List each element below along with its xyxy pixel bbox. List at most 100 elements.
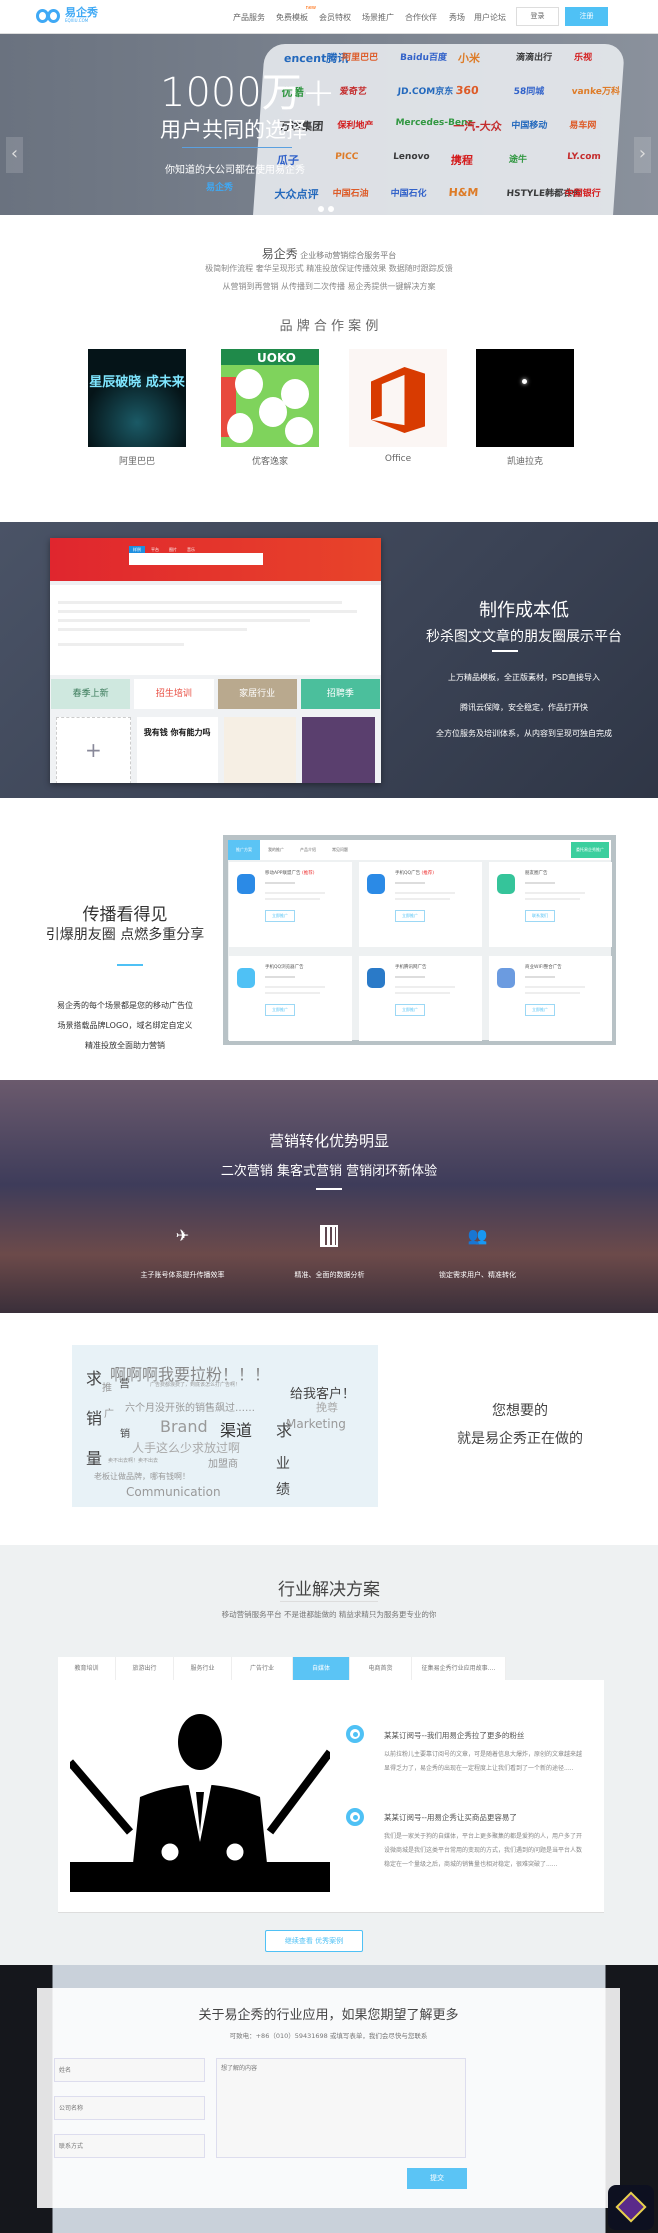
brand-logo: JD.COM京东 <box>397 87 454 97</box>
carousel-dot[interactable] <box>328 206 334 212</box>
promo-card: 商业WIFI整合广告 立即推广 <box>489 956 612 1041</box>
cloud-word: 卖不出去啊！卖不出去 <box>108 1458 159 1464</box>
bullet-ring-icon <box>346 1808 364 1826</box>
brand-logo: 大众点评 <box>274 188 319 201</box>
cloud-word: Communication <box>126 1485 221 1499</box>
section-title: 营销转化优势明显 <box>268 1132 389 1150</box>
case-image: UOKO <box>221 349 319 447</box>
promo-card: 移动APP联盟广告 (推荐) 立即推广 <box>229 862 352 947</box>
users-icon: 👥 <box>467 1226 488 1245</box>
brand-logo: PICC <box>334 152 359 162</box>
bullet-ring-icon <box>346 1725 364 1743</box>
more-cases-button[interactable]: 继续查看 优秀案例 <box>265 1930 363 1952</box>
company-input[interactable] <box>54 2096 205 2120</box>
divider <box>117 964 143 966</box>
case-card[interactable]: 星辰破晓 成未来 阿里巴巴 <box>88 349 186 467</box>
promo-card: 朋友圈广告 联系我们 <box>489 862 612 947</box>
case-card[interactable]: UOKO 优客逸家 <box>221 349 319 467</box>
nav-item[interactable]: 场景推广 <box>362 12 394 23</box>
brand-logo: 阿里巴巴 <box>341 53 379 63</box>
form-title: 关于易企秀的行业应用，如果您期望了解更多 <box>198 2008 459 2023</box>
brand-logo: 58同城 <box>513 87 545 97</box>
hero-logo: 易企秀 <box>206 183 234 193</box>
tab[interactable]: 服务行业 <box>174 1657 232 1680</box>
tab-active[interactable]: 自媒体 <box>293 1657 350 1680</box>
divider <box>492 650 518 652</box>
industry-content: 某某订阅号--我们用易企秀拉了更多的粉丝 以前拉粉儿主要靠订阅号的文章，可是随着… <box>58 1680 604 1913</box>
brand-logo: 小米 <box>457 52 481 65</box>
template-store-screenshot: 样例 平台 图片 音乐 春季上新 招生培训 家居行业 招聘季 + 我有钱 你有能力吗 <box>50 538 381 783</box>
new-badge: new <box>305 5 316 11</box>
cloud-word: 业 <box>276 1456 290 1472</box>
nav-item[interactable]: 秀场 <box>449 12 465 23</box>
nav-item[interactable]: 免费模板 new <box>276 5 316 23</box>
industry-tabs: 教育培训 旅游出行 服务行业 广告行业 自媒体 电商首货 征集易企秀行业应用故事… <box>58 1657 506 1680</box>
brand-logo: Baidu百度 <box>399 53 448 63</box>
name-input[interactable] <box>54 2058 205 2082</box>
promo-card: 手机QQ浏览器广告 立即推广 <box>229 956 352 1041</box>
brand-logo: 爱奇艺 <box>339 87 368 97</box>
content-textarea[interactable] <box>216 2058 466 2158</box>
carousel-dot[interactable] <box>318 206 324 212</box>
tab[interactable]: 征集易企秀行业应用故事.... <box>412 1657 506 1680</box>
cases-title: 品 牌 合 作 案 例 <box>279 319 379 334</box>
case-image <box>476 349 574 447</box>
cloud-word: 挽尊 <box>316 1401 338 1414</box>
case-card[interactable]: 凯迪拉克 <box>476 349 574 467</box>
nav-item[interactable]: 产品服务 <box>233 12 265 23</box>
promo-icon <box>237 968 255 988</box>
section-title: 行业解决方案 <box>278 1580 380 1600</box>
promo-button[interactable]: 立即推广 <box>395 1004 425 1016</box>
nav-item[interactable]: 会员特权 <box>319 12 351 23</box>
promo-button[interactable]: 联系我们 <box>525 910 555 922</box>
contact-input[interactable] <box>54 2134 205 2158</box>
marketing-advantage-section: 营销转化优势明显 二次营销 集客式营销 营销闭环新体验 ✈ 👥 主子账号体系提升… <box>0 1080 658 1313</box>
cloud-word: Marketing <box>286 1417 346 1431</box>
cloud-word: 老板让做品牌，哪有钱啊！ <box>94 1472 190 1481</box>
hero-title: 1000万+ <box>160 70 336 116</box>
cloud-word: 销 <box>120 1429 130 1440</box>
promo-button[interactable]: 立即推广 <box>265 910 295 922</box>
promo-icon <box>497 968 515 988</box>
tab[interactable]: 教育培训 <box>58 1657 116 1680</box>
cloud-word: 广告费都浪费了，到底该怎么打广告啊！ <box>150 1382 241 1388</box>
promo-card: 手机腾讯网广告 立即推广 <box>359 956 482 1041</box>
case-image: 星辰破晓 成未来 <box>88 349 186 447</box>
nav-item[interactable]: 合作伙伴 <box>405 12 437 23</box>
register-button[interactable]: 注册 <box>565 7 608 26</box>
next-arrow-icon[interactable]: › <box>634 137 651 173</box>
section-title: 传播看得见 <box>82 905 168 925</box>
office-logo-image <box>349 349 447 447</box>
header: 易企秀 EQXIU.COM 产品服务 免费模板 new 会员特权 场景推广 合作伙伴… <box>0 0 658 34</box>
floating-badge-icon[interactable] <box>608 2185 654 2230</box>
submit-button[interactable]: 提交 <box>407 2168 467 2189</box>
tab[interactable]: 旅游出行 <box>116 1657 174 1680</box>
promo-button[interactable]: 立即推广 <box>265 1004 295 1016</box>
brand-logo: 一汽-大众 <box>452 120 503 133</box>
tab[interactable]: 广告行业 <box>232 1657 293 1680</box>
case-card[interactable]: Office <box>349 349 447 464</box>
low-cost-section: 样例 平台 图片 音乐 春季上新 招生培训 家居行业 招聘季 + 我有钱 你有能力吗 … <box>0 522 658 798</box>
add-icon[interactable]: + <box>56 717 131 783</box>
cloud-word: 加盟商 <box>208 1459 238 1470</box>
brand-logo: 360 <box>455 84 480 97</box>
login-button[interactable]: 登录 <box>516 7 559 26</box>
cloud-word: 营 <box>119 1377 130 1390</box>
cloud-word: 销 <box>86 1409 103 1428</box>
promo-button[interactable]: 立即推广 <box>525 1004 555 1016</box>
promo-button[interactable]: 立即推广 <box>395 910 425 922</box>
cloud-word: 量 <box>86 1449 103 1468</box>
brand-logo: 中国石油 <box>332 189 369 199</box>
prev-arrow-icon[interactable]: ‹ <box>6 137 23 173</box>
main-nav: 产品服务 免费模板 new 会员特权 场景推广 合作伙伴 秀场 用户论坛 <box>0 5 658 24</box>
divider <box>182 147 292 148</box>
nav-item[interactable]: 用户论坛 <box>474 12 506 23</box>
hero-subtitle: 用户共同的选择 <box>160 118 307 142</box>
hero-text: 你知道的大公司都在使用易企秀 <box>165 165 305 176</box>
promo-icon <box>497 874 515 894</box>
brand-logo: 保利地产 <box>336 121 374 131</box>
cloud-word: 推 <box>102 1383 112 1394</box>
brand-logo: H&M <box>448 186 479 199</box>
tab[interactable]: 电商首货 <box>350 1657 412 1680</box>
promotion-panel-screenshot: 推广方案 我的推广 产品介绍 常见问题 委托易企秀推广 移动APP联盟广告 (推… <box>223 835 616 1045</box>
